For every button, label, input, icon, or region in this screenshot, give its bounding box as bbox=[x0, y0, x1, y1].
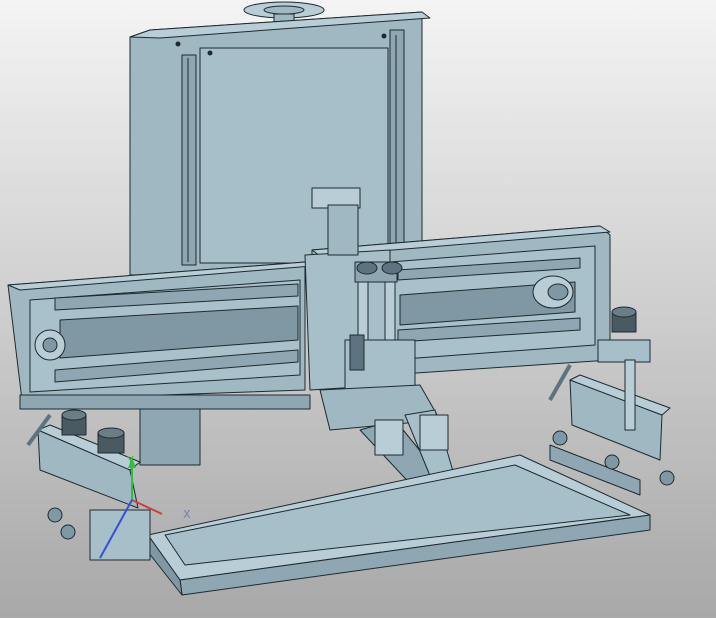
model-canvas[interactable] bbox=[0, 0, 716, 618]
x-axis-label: X bbox=[183, 508, 191, 521]
left-beam[interactable] bbox=[7, 261, 313, 410]
y-axis-label: Y bbox=[127, 454, 134, 467]
cad-3d-viewport[interactable]: Y X bbox=[0, 0, 716, 618]
